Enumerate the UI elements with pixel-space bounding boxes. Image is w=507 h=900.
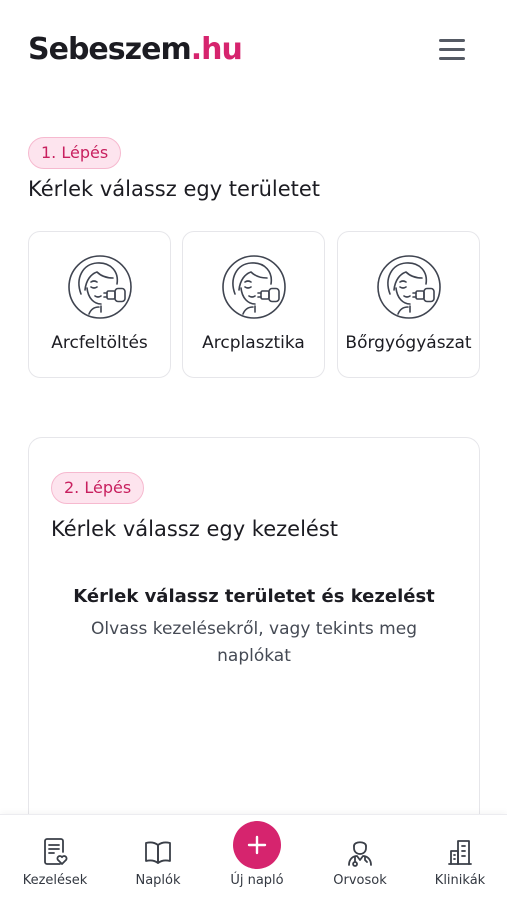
area-card-arcplasztika[interactable]: Arcplasztika: [182, 231, 325, 378]
nav-item-naplok[interactable]: Naplók: [113, 815, 203, 900]
nav-item-klinikak[interactable]: Klinikák: [415, 815, 505, 900]
site-logo[interactable]: Sebeszem.hu: [28, 32, 243, 68]
step2-badge: 2. Lépés: [51, 472, 145, 504]
face-treatment-icon: [377, 255, 441, 319]
doctor-icon: [348, 841, 372, 867]
nav-label: Kezelések: [22, 873, 88, 888]
step2-title: Kérlek válassz egy kezelést: [51, 517, 339, 541]
face-treatment-icon: [222, 255, 286, 319]
bottom-nav: Kezelések Naplók Új napló Orvosok Klinik…: [0, 814, 507, 900]
area-card-borgyogyaszat[interactable]: Bőrgyógyászat: [337, 231, 480, 378]
area-label: Bőrgyógyászat: [345, 333, 472, 353]
empty-state-subtitle: Olvass kezelésekről, vagy tekints meg na…: [91, 619, 417, 666]
document-heart-icon: [44, 838, 68, 865]
face-treatment-icon: [68, 255, 132, 319]
buildings-icon: [448, 840, 472, 865]
area-label: Arcfeltöltés: [51, 333, 148, 353]
area-label: Arcplasztika: [202, 333, 305, 353]
nav-item-orvosok[interactable]: Orvosok: [315, 815, 405, 900]
nav-label: Naplók: [135, 873, 181, 888]
nav-label: Új napló: [230, 873, 284, 888]
area-card-arcfeltoltes[interactable]: Arcfeltöltés: [28, 231, 171, 378]
empty-state-title: Kérlek válassz területet és kezelést: [73, 586, 435, 607]
nav-label: Klinikák: [434, 873, 486, 888]
step1-title: Kérlek válassz egy területet: [28, 177, 321, 201]
nav-item-kezelesek[interactable]: Kezelések: [10, 815, 100, 900]
header: Sebeszem.hu: [0, 0, 507, 100]
nav-item-uj-naplo[interactable]: Új napló: [212, 815, 302, 900]
nav-label: Orvosok: [333, 873, 387, 888]
hamburger-menu-icon[interactable]: [436, 34, 468, 64]
step1-badge: 1. Lépés: [28, 137, 122, 169]
plus-icon[interactable]: [233, 821, 281, 869]
step2-card: 2. Lépés Kérlek válassz egy kezelést Kér…: [28, 437, 480, 857]
book-icon: [145, 841, 171, 864]
